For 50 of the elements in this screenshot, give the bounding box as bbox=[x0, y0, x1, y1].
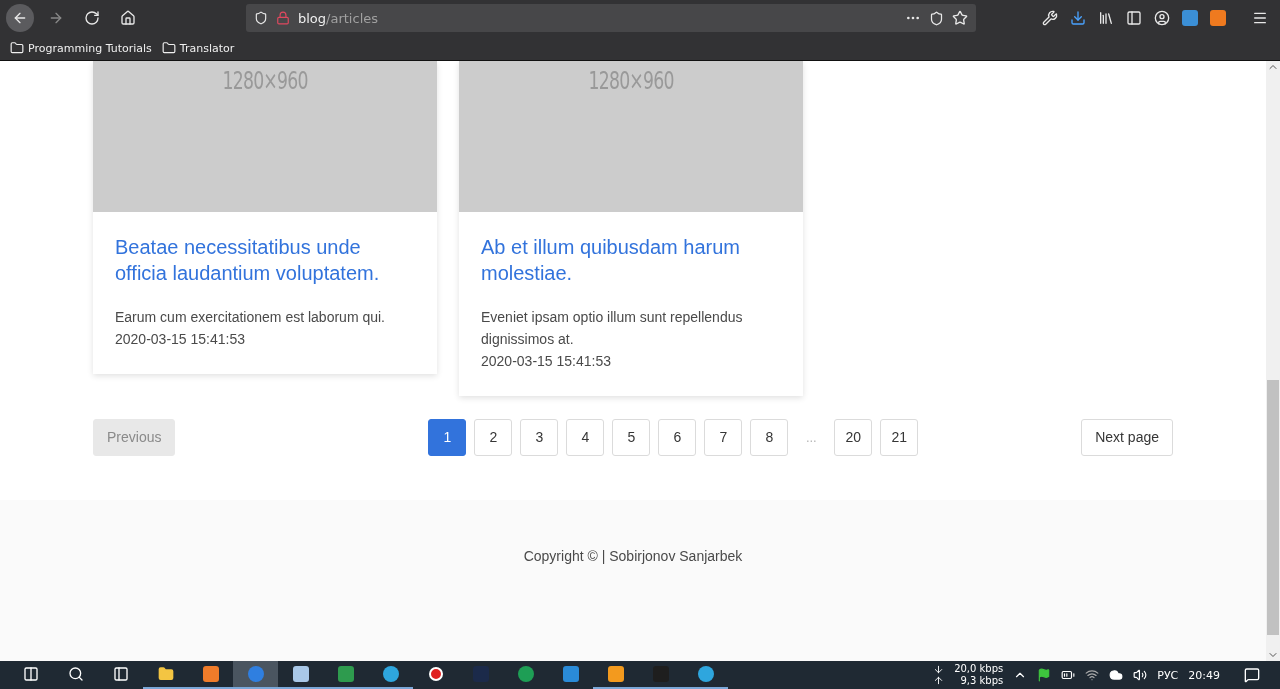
shield-icon bbox=[254, 11, 268, 25]
article-date: 2020-03-15 15:41:53 bbox=[115, 330, 246, 349]
network-arrows-icon bbox=[933, 664, 945, 686]
page-link[interactable]: 21 bbox=[880, 418, 919, 456]
flag-icon[interactable] bbox=[1037, 668, 1052, 682]
page-link[interactable]: 20 bbox=[834, 418, 873, 456]
page-link[interactable]: 4 bbox=[566, 418, 605, 456]
wrench-icon[interactable] bbox=[1042, 10, 1058, 26]
bookmark-link[interactable]: Translator bbox=[161, 41, 235, 55]
page-link[interactable]: 8 bbox=[750, 418, 789, 456]
task-view-icon bbox=[112, 666, 129, 682]
notification-icon[interactable] bbox=[1244, 667, 1260, 683]
cloud-icon[interactable] bbox=[1109, 668, 1124, 682]
bookmark-link[interactable]: Programming Tutorials bbox=[10, 41, 152, 55]
page-link[interactable]: 1 bbox=[428, 418, 467, 456]
home-icon bbox=[120, 10, 136, 26]
clock[interactable]: 20:49 bbox=[1188, 668, 1220, 682]
back-button[interactable] bbox=[6, 4, 34, 32]
wifi-icon[interactable] bbox=[1085, 668, 1100, 682]
download-icon[interactable] bbox=[1070, 10, 1086, 26]
article-date: 2020-03-15 15:41:53 bbox=[481, 352, 612, 371]
copyright-text: Copyright © | Sobirjonov Sanjarbek bbox=[523, 548, 743, 566]
library-icon[interactable] bbox=[1098, 10, 1114, 26]
network-speed: 20,0 kbps 9,3 kbps bbox=[954, 663, 1004, 687]
reload-icon bbox=[84, 10, 100, 26]
pagination-ellipsis: ... bbox=[804, 429, 818, 445]
article-excerpt: Earum cum exercitationem est laborum qui. bbox=[115, 308, 386, 327]
address-bar[interactable]: blog/articles bbox=[246, 4, 976, 32]
next-page-button[interactable]: Next page bbox=[1081, 418, 1173, 456]
page-link[interactable]: 7 bbox=[704, 418, 743, 456]
article-excerpt: Eveniet ipsam optio illum sunt repellendus dignissimos at. bbox=[481, 308, 744, 349]
sidebar-icon[interactable] bbox=[1126, 10, 1142, 26]
page-link[interactable]: 6 bbox=[658, 418, 697, 456]
bookmark-star-icon[interactable] bbox=[952, 10, 968, 26]
account-icon[interactable] bbox=[1154, 10, 1170, 26]
page-link[interactable]: 5 bbox=[612, 418, 651, 456]
menu-icon[interactable] bbox=[1252, 10, 1268, 26]
folder-icon bbox=[10, 41, 24, 55]
page-link[interactable]: 2 bbox=[474, 418, 513, 456]
forward-arrow-icon bbox=[48, 10, 64, 26]
search-icon bbox=[67, 666, 84, 682]
battery-icon[interactable] bbox=[1061, 668, 1076, 682]
page-link[interactable]: 3 bbox=[520, 418, 559, 456]
language-indicator[interactable]: РУС bbox=[1157, 668, 1179, 682]
lock-icon bbox=[276, 11, 290, 25]
volume-icon[interactable] bbox=[1133, 668, 1148, 682]
article-title[interactable]: Beatae necessitatibus unde officia laudantium voluptatem. bbox=[115, 234, 415, 286]
article-title[interactable]: Ab et illum quibusdam harum molestiae. bbox=[481, 234, 781, 286]
folder-icon bbox=[161, 41, 176, 55]
url-text: blog/articles bbox=[298, 10, 379, 26]
